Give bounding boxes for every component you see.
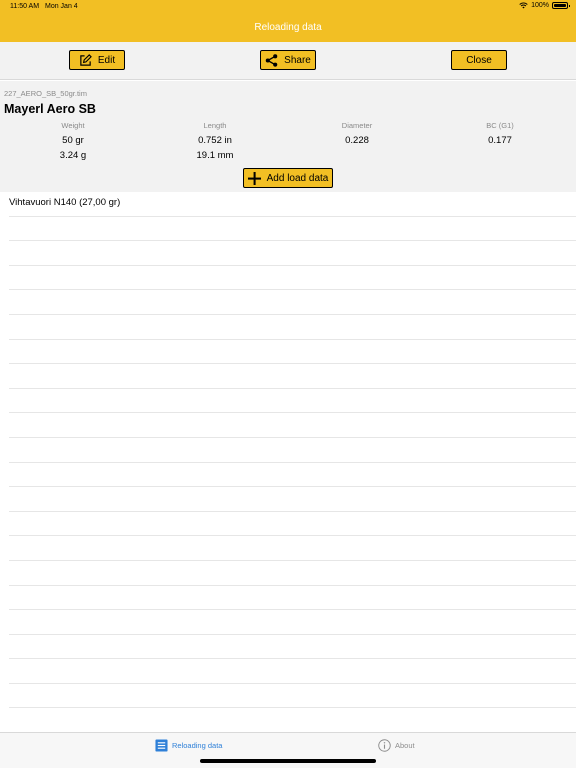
diameter-column: Diameter 0.228 (307, 121, 407, 146)
load-data-list: Vihtavuori N140 (27,00 gr) (0, 192, 576, 734)
bc-column: BC (G1) 0.177 (450, 121, 550, 146)
length-column: Length 0.752 in 19.1 mm (165, 121, 265, 161)
list-item-empty (9, 241, 576, 266)
add-load-data-label: Add load data (266, 172, 329, 184)
tab-about[interactable]: About (378, 739, 415, 752)
list-item-empty (9, 340, 576, 365)
app-header: 11:50 AM Mon Jan 4 100% Reloading data (0, 0, 576, 42)
share-icon (265, 53, 278, 67)
close-label: Close (466, 54, 492, 66)
bullet-info-panel: 227_AERO_SB_50gr.tim Mayerl Aero SB Weig… (0, 81, 576, 192)
list-item-empty (9, 389, 576, 414)
length-label: Length (203, 121, 227, 130)
weight-label: Weight (61, 121, 85, 130)
close-button[interactable]: Close (451, 50, 507, 70)
bullet-filename: 227_AERO_SB_50gr.tim (4, 89, 87, 98)
home-indicator (200, 759, 376, 763)
plus-icon (247, 171, 261, 185)
tab-reloading-data[interactable]: Reloading data (155, 739, 222, 752)
share-label: Share (284, 54, 311, 66)
weight-column: Weight 50 gr 3.24 g (23, 121, 123, 161)
bc-label: BC (G1) (486, 121, 514, 130)
length-mm: 19.1 mm (196, 150, 234, 161)
list-item-empty (9, 315, 576, 340)
weight-grams: 3.24 g (59, 150, 87, 161)
list-item-empty (9, 413, 576, 438)
list-item-empty (9, 266, 576, 291)
tab-reloading-data-label: Reloading data (172, 741, 223, 750)
list-item-empty (9, 290, 576, 315)
share-button[interactable]: Share (260, 50, 316, 70)
diameter-value: 0.228 (345, 135, 369, 146)
list-item-empty (9, 364, 576, 389)
page-title: Reloading data (254, 22, 322, 33)
status-right: 100% (519, 2, 570, 9)
add-load-data-button[interactable]: Add load data (243, 168, 333, 188)
list-item-empty (9, 487, 576, 512)
info-icon (378, 739, 391, 752)
wifi-icon (519, 2, 528, 9)
list-item-empty (9, 635, 576, 660)
diameter-label: Diameter (341, 121, 373, 130)
list-item[interactable]: Vihtavuori N140 (27,00 gr) (9, 192, 576, 217)
list-item-empty (9, 659, 576, 684)
status-time: 11:50 AM (10, 3, 40, 10)
battery-percent: 100% (531, 2, 549, 9)
weight-grains: 50 gr (62, 135, 84, 146)
status-bar: 11:50 AM Mon Jan 4 100% (0, 0, 576, 14)
bullet-name: Mayerl Aero SB (4, 102, 96, 116)
list-item-empty (9, 463, 576, 488)
load-name: Vihtavuori N140 (27,00 gr) (9, 197, 121, 208)
list-item-empty (9, 438, 576, 463)
edit-button[interactable]: Edit (69, 50, 125, 70)
list-item-empty (9, 684, 576, 709)
tab-about-label: About (395, 741, 415, 750)
list-item-empty (9, 561, 576, 586)
list-item-empty (9, 536, 576, 561)
list-item-empty (9, 610, 576, 635)
list-item-empty (9, 217, 576, 242)
list-icon (155, 739, 168, 752)
list-item-empty (9, 708, 576, 734)
status-date: Mon Jan 4 (45, 3, 78, 10)
toolbar: Edit Share Close (0, 42, 576, 80)
edit-icon (80, 53, 92, 66)
length-inches: 0.752 in (198, 135, 232, 146)
bc-value: 0.177 (488, 135, 512, 146)
list-item-empty (9, 586, 576, 611)
battery-icon (552, 2, 570, 9)
edit-label: Edit (97, 54, 116, 66)
list-item-empty (9, 512, 576, 537)
